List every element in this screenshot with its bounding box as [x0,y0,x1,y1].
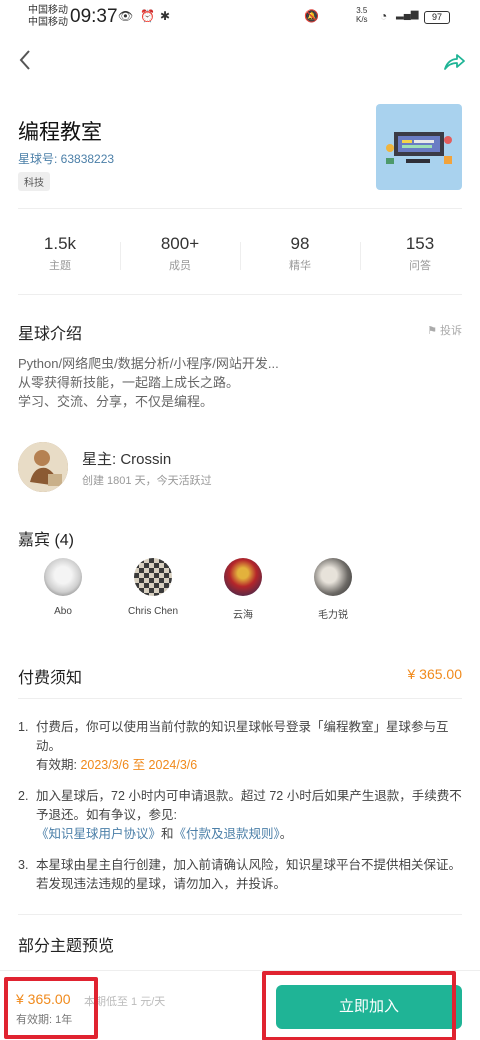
divider [18,208,462,209]
divider [18,914,462,915]
guest-item[interactable]: 云海 [198,558,288,621]
battery-icon: 97 [424,11,450,24]
nav-bar [0,40,480,84]
signal-icon: ▂▄▆ [396,9,419,20]
bluetooth-icon: ✱ [160,9,171,23]
back-icon[interactable] [16,48,36,72]
guest-avatar [134,558,172,596]
stats-row: 1.5k 主题 800+ 成员 98 精华 153 问答 [0,234,480,278]
stat-members[interactable]: 800+ 成员 [120,234,240,278]
guest-item[interactable]: 毛力锐 [288,558,378,621]
mute-icon: 🔕 [304,9,319,23]
notice-item: 1. 付费后，你可以使用当前付款的知识星球帐号登录「编程教室」星球参与互动。 有… [18,720,449,772]
net-speed: 3.5 K/s [356,6,368,24]
stat-featured[interactable]: 98 精华 [240,234,360,278]
owner-avatar[interactable] [18,442,68,492]
valid-range: 2023/3/6 至 2024/3/6 [80,758,198,772]
stat-topics[interactable]: 1.5k 主题 [0,234,120,278]
guest-avatar [224,558,262,596]
share-icon[interactable] [442,50,466,74]
carrier-label: 中国移动 中国移动 [28,5,68,28]
notice-item: 2. 加入星球后，72 小时内可申请退款。超过 72 小时后如果产生退款，手续费… [18,789,462,841]
guest-item[interactable]: Abo [18,558,108,621]
payment-notice: 1. 付费后，你可以使用当前付款的知识星球帐号登录「编程教室」星球参与互动。 有… [18,718,464,906]
guests-title: 嘉宾 (4) [18,532,75,549]
bottom-bar: ¥ 365.00 本期低至 1 元/天 有效期: 1年 立即加入 [0,970,480,1040]
user-agreement-link[interactable]: 《知识星球用户协议》 [36,827,161,841]
group-number: 星球号: 63838223 [18,152,115,166]
payment-price: ¥ 365.00 [407,666,463,682]
price-highlight-box [4,977,98,1039]
owner-meta: 创建 1801 天，今天活跃过 [82,475,212,487]
intro-text: Python/网络爬虫/数据分析/小程序/网站开发... 从零获得新技能，一起踏… [18,356,279,409]
owner-name[interactable]: 星主: Crossin [82,448,171,469]
preview-title: 部分主题预览 [18,938,115,955]
stat-qa[interactable]: 153 问答 [360,234,480,278]
payment-title: 付费须知 [18,670,83,687]
guests-list: Abo Chris Chen 云海 毛力锐 [18,558,378,621]
flag-icon: ⚑ [427,325,437,337]
alarm-icon: ⏰ [140,9,155,23]
clock: 09:37 [70,6,118,27]
eye-icon: 👁 [118,9,134,23]
intro-title: 星球介绍 [18,326,83,343]
guest-avatar [314,558,352,596]
divider [18,294,462,295]
status-bar: 中国移动 中国移动 09:37 👁 ⏰ ✱ 🔕 3.5 K/s ◔ ▂▄▆ 97 [0,0,480,34]
guest-item[interactable]: Chris Chen [108,558,198,621]
report-button[interactable]: ⚑ 投诉 [427,322,462,338]
notice-item: 3. 本星球由星主自行创建，加入前请确认风险，知识星球平台不提供相关保证。若发现… [18,858,462,891]
refund-rules-link[interactable]: 《付款及退款规则》 [174,827,280,841]
group-cover-image [376,104,462,190]
wifi-icon: ◔ [380,9,388,23]
group-tag[interactable]: 科技 [18,172,50,191]
guest-avatar [44,558,82,596]
group-name: 编程教室 [18,121,102,144]
join-highlight-box [262,971,456,1040]
divider [18,698,462,699]
